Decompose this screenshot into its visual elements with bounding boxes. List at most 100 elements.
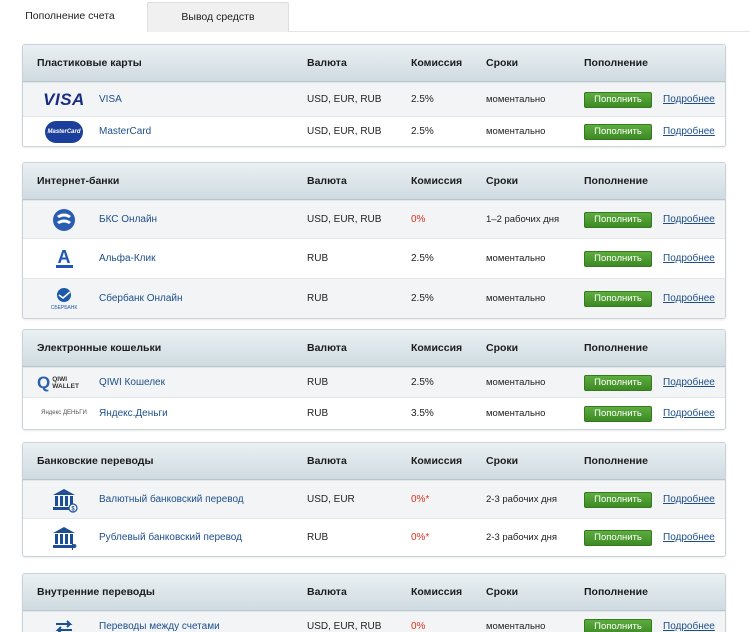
more-link[interactable]: Подробнее (663, 621, 715, 632)
topup-button[interactable]: Пополнить (584, 374, 652, 391)
currency-value: RUB (307, 377, 329, 388)
method-cell: СБЕРБАНК Сбербанк Онлайн (37, 279, 183, 318)
more-link[interactable]: Подробнее (663, 377, 715, 388)
more-cell: Подробнее (663, 519, 715, 556)
method-name[interactable]: QIWI Кошелек (99, 377, 165, 388)
section-header: Электронные кошельки Валюта Комиссия Сроки П… (23, 330, 725, 367)
term-value: моментально (486, 126, 546, 137)
fee-cell: 2.5% (411, 117, 434, 146)
currency-cell: USD, EUR, RUB (307, 117, 381, 146)
currency-value: RUB (307, 253, 329, 264)
topup-button[interactable]: Пополнить (584, 618, 652, 632)
table-row: VISA VISA USD, EUR, RUB 2.5% моментально Попо… (23, 82, 725, 116)
method-cell: Переводы между счетами (37, 612, 220, 632)
currency-value: RUB (307, 408, 329, 419)
term-cell: моментально (486, 279, 566, 318)
section-title: Внутренние переводы (37, 586, 155, 598)
currency-cell: RUB (307, 398, 328, 429)
fee-value: 2.5% (411, 253, 434, 264)
fee-value: 0% (411, 621, 426, 632)
column-topup: Пополнение (584, 455, 648, 467)
column-fee: Комиссия (411, 586, 463, 598)
section-title: Интернет-банки (37, 175, 120, 187)
more-link[interactable]: Подробнее (663, 408, 715, 419)
term-cell: 1–2 рабочих дня (486, 201, 566, 238)
term-value: моментально (486, 253, 546, 264)
topup-button[interactable]: Пополнить (584, 211, 652, 228)
table-row: Р Рублевый банковский перевод RUB 0%* 2-3 ра… (23, 518, 725, 556)
method-name[interactable]: VISA (99, 94, 122, 105)
tab-withdraw[interactable]: Вывод средств (147, 2, 289, 32)
topup-button[interactable]: Пополнить (584, 250, 652, 267)
section-3: Электронные кошельки Валюта Комиссия Сроки П… (22, 329, 726, 430)
more-cell: Подробнее (663, 481, 715, 518)
method-name[interactable]: Валютный банковский перевод (99, 494, 244, 505)
column-topup: Пополнение (584, 586, 648, 598)
topup-button[interactable]: Пополнить (584, 290, 652, 307)
term-value: моментально (486, 621, 546, 632)
method-name[interactable]: MasterCard (99, 126, 151, 137)
topup-button[interactable]: Пополнить (584, 91, 652, 108)
sberbank-icon: СБЕРБАНК (37, 286, 91, 312)
tab-deposit[interactable]: Пополнение счета (0, 2, 140, 32)
topup-button[interactable]: Пополнить (584, 405, 652, 422)
column-currency: Валюта (307, 175, 347, 187)
table-row: Q QIWI WALLET QIWI Кошелек RUB 2.5% моменталь… (23, 367, 725, 397)
section-title: Пластиковые карты (37, 57, 142, 69)
currency-cell: USD, EUR (307, 481, 355, 518)
tab-divider (289, 31, 750, 32)
topup-button[interactable]: Пополнить (584, 491, 652, 508)
method-name[interactable]: Яндекс.Деньги (99, 408, 168, 419)
column-currency: Валюта (307, 455, 347, 467)
column-fee: Комиссия (411, 57, 463, 69)
section-header: Пластиковые карты Валюта Комиссия Сроки Попо… (23, 45, 725, 82)
mastercard-icon: MasterCard (37, 119, 91, 145)
more-link[interactable]: Подробнее (663, 293, 715, 304)
column-topup: Пополнение (584, 342, 648, 354)
section-1: Пластиковые карты Валюта Комиссия Сроки Попо… (22, 44, 726, 147)
fee-cell: 0%* (411, 481, 429, 518)
method-name[interactable]: Альфа-Клик (99, 253, 155, 264)
more-link[interactable]: Подробнее (663, 494, 715, 505)
currency-value: RUB (307, 293, 329, 304)
term-cell: 2-3 рабочих дня (486, 519, 566, 556)
currency-cell: USD, EUR, RUB (307, 612, 381, 632)
term-cell: моментально (486, 83, 566, 116)
term-value: моментально (486, 94, 546, 105)
term-value: 1–2 рабочих дня (486, 214, 560, 225)
section-4: Банковские переводы Валюта Комиссия Сроки По… (22, 442, 726, 557)
topup-cell: Пополнить (584, 481, 652, 518)
more-link[interactable]: Подробнее (663, 532, 715, 543)
method-name[interactable]: БКС Онлайн (99, 214, 157, 225)
topup-cell: Пополнить (584, 398, 652, 429)
column-currency: Валюта (307, 342, 347, 354)
topup-cell: Пополнить (584, 83, 652, 116)
topup-button[interactable]: Пополнить (584, 123, 652, 140)
term-cell: 2-3 рабочих дня (486, 481, 566, 518)
term-value: 2-3 рабочих дня (486, 532, 558, 543)
currency-cell: USD, EUR, RUB (307, 201, 381, 238)
more-cell: Подробнее (663, 117, 715, 146)
column-fee: Комиссия (411, 342, 463, 354)
visa-icon: VISA (43, 89, 85, 109)
term-value: моментально (486, 377, 546, 388)
section-header: Внутренние переводы Валюта Комиссия Сроки По… (23, 574, 725, 611)
method-cell: Р Рублевый банковский перевод (37, 519, 242, 556)
more-link[interactable]: Подробнее (663, 94, 715, 105)
more-cell: Подробнее (663, 612, 715, 632)
more-link[interactable]: Подробнее (663, 126, 715, 137)
svg-text:СБЕРБАНК: СБЕРБАНК (51, 305, 78, 311)
method-name[interactable]: Сбербанк Онлайн (99, 293, 183, 304)
more-link[interactable]: Подробнее (663, 253, 715, 264)
term-cell: моментально (486, 398, 566, 429)
topup-button[interactable]: Пополнить (584, 529, 652, 546)
currency-value: USD, EUR, RUB (307, 214, 382, 225)
fee-value: 2.5% (411, 126, 434, 137)
transfer-arrows-icon (37, 614, 91, 632)
currency-value: USD, EUR (307, 494, 355, 505)
method-name[interactable]: Переводы между счетами (99, 621, 220, 632)
bank-ruble-icon: Р (37, 525, 91, 552)
term-value: моментально (486, 408, 546, 419)
method-name[interactable]: Рублевый банковский перевод (99, 532, 242, 543)
more-link[interactable]: Подробнее (663, 214, 715, 225)
